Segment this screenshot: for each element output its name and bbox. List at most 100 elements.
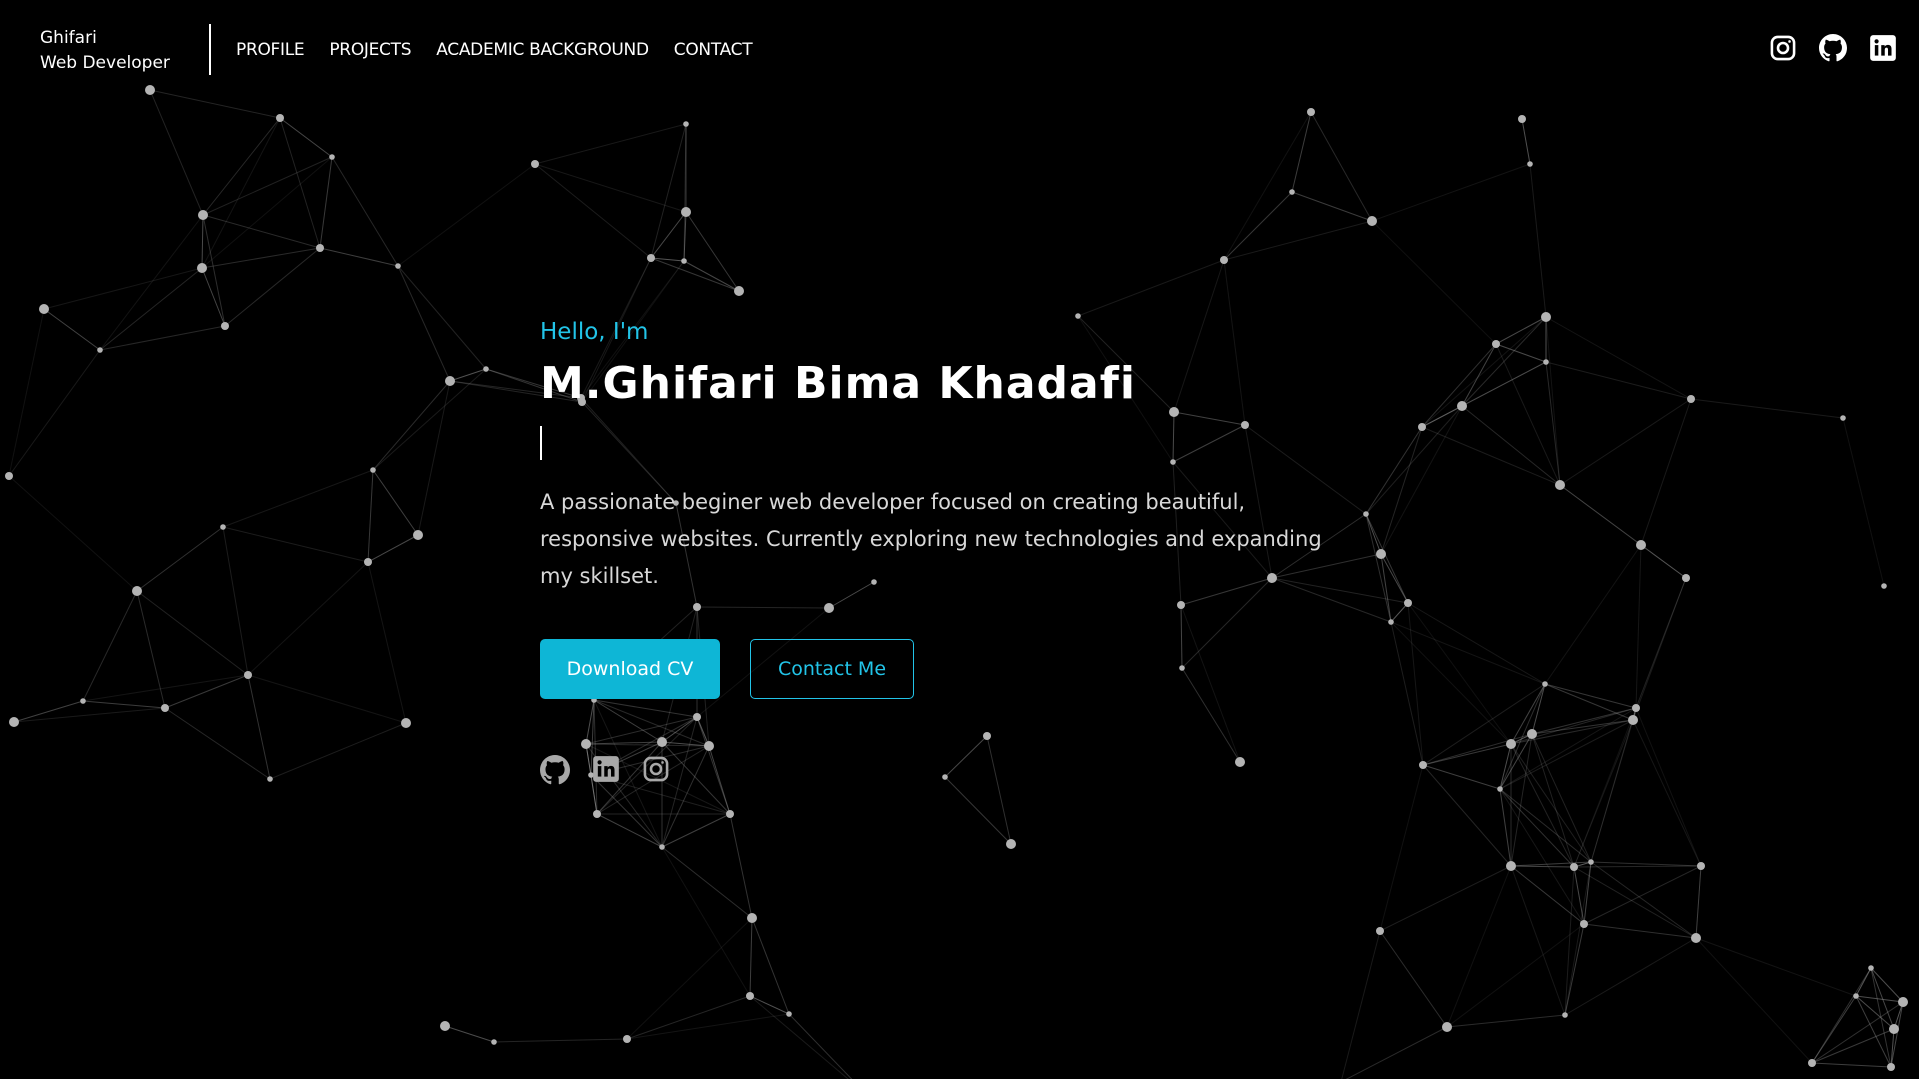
network-line (222, 526, 369, 563)
network-line (149, 89, 204, 216)
hero-section: Hello, I'm M.Ghifari Bima Khadafi A pass… (540, 312, 1360, 789)
network-line (1379, 865, 1512, 932)
network-node (746, 992, 754, 1000)
network-line (493, 1038, 628, 1043)
network-node (1570, 863, 1578, 871)
network-node (244, 671, 252, 679)
network-node (80, 698, 86, 704)
network-line (1422, 764, 1512, 867)
network-node (1555, 480, 1565, 490)
network-line (1365, 513, 1392, 623)
network-line (247, 674, 407, 724)
network-node (1388, 619, 1394, 625)
github-icon[interactable] (540, 755, 570, 789)
nav-item-contact[interactable]: CONTACT (674, 40, 753, 60)
network-line (1811, 995, 1857, 1064)
network-line (1870, 967, 1904, 1003)
contact-me-button[interactable]: Contact Me (750, 639, 914, 699)
site-header: Ghifari Web Developer PROFILE PROJECTS A… (0, 0, 1919, 100)
network-node (1497, 786, 1503, 792)
network-node (1889, 1024, 1899, 1034)
network-node (734, 286, 744, 296)
network-node (220, 524, 226, 530)
network-line (1291, 111, 1312, 193)
network-node (1376, 549, 1386, 559)
network-node (1881, 583, 1887, 589)
network-line (201, 267, 226, 327)
network-line (331, 156, 399, 267)
network-node (1682, 574, 1690, 582)
network-node (276, 114, 284, 122)
network-line (1564, 937, 1697, 1016)
network-line (1390, 621, 1546, 685)
network-line (201, 117, 281, 269)
network-node (1840, 415, 1846, 421)
instagram-icon[interactable] (642, 755, 670, 789)
network-line (164, 674, 249, 709)
network-line (82, 674, 249, 702)
network-line (1695, 937, 1813, 1064)
network-line (224, 247, 321, 327)
network-node (1853, 993, 1859, 999)
network-line (1407, 602, 1424, 766)
network-line (1077, 259, 1225, 317)
network-node (647, 254, 655, 262)
network-line (1446, 1014, 1566, 1028)
network-node (593, 810, 601, 818)
network-node (491, 1039, 497, 1045)
github-icon[interactable] (1819, 34, 1847, 66)
network-node (1419, 761, 1427, 769)
network-node (5, 472, 13, 480)
network-line (1890, 1001, 1904, 1068)
network-line (683, 260, 740, 292)
nav-item-projects[interactable]: PROJECTS (329, 40, 411, 60)
nav-item-profile[interactable]: PROFILE (236, 40, 305, 60)
network-line (1421, 426, 1561, 486)
network-node (1404, 599, 1412, 607)
network-node (370, 467, 376, 473)
network-node (9, 717, 19, 727)
network-line (1573, 865, 1702, 868)
network-line (596, 813, 663, 848)
download-cv-button[interactable]: Download CV (540, 639, 720, 699)
network-line (1461, 405, 1561, 486)
linkedin-icon[interactable] (592, 755, 620, 789)
network-line (1559, 398, 1692, 486)
hero-name: M.Ghifari Bima Khadafi (540, 358, 1136, 409)
network-node (1418, 423, 1426, 431)
network-line (99, 325, 226, 351)
network-node (1492, 340, 1500, 348)
network-line (534, 163, 687, 213)
network-node (1367, 216, 1377, 226)
network-node (1506, 739, 1516, 749)
brand[interactable]: Ghifari Web Developer (40, 26, 170, 76)
network-line (372, 469, 419, 536)
network-node (1006, 839, 1016, 849)
linkedin-icon[interactable] (1869, 34, 1897, 66)
hero-social-links (540, 755, 1360, 789)
network-line (8, 475, 138, 592)
network-node (1457, 401, 1467, 411)
network-node (1868, 965, 1874, 971)
network-line (1223, 220, 1373, 261)
network-node (1542, 681, 1548, 687)
network-line (1371, 220, 1497, 345)
main-nav: PROFILE PROJECTS ACADEMIC BACKGROUND CON… (236, 40, 777, 60)
network-line (1590, 861, 1702, 867)
network-line (1544, 544, 1642, 685)
network-node (1898, 997, 1908, 1007)
brand-role: Web Developer (40, 53, 170, 73)
network-line (397, 163, 536, 267)
network-line (1291, 191, 1373, 222)
instagram-icon[interactable] (1769, 34, 1797, 66)
network-line (1855, 995, 1904, 1003)
network-node (197, 263, 207, 273)
network-line (1529, 163, 1547, 318)
network-node (401, 718, 411, 728)
network-node (1543, 359, 1549, 365)
network-line (1811, 1028, 1895, 1064)
network-line (1390, 621, 1424, 766)
network-line (201, 156, 333, 269)
nav-item-academic-background[interactable]: ACADEMIC BACKGROUND (436, 40, 649, 60)
network-node (440, 1021, 450, 1031)
